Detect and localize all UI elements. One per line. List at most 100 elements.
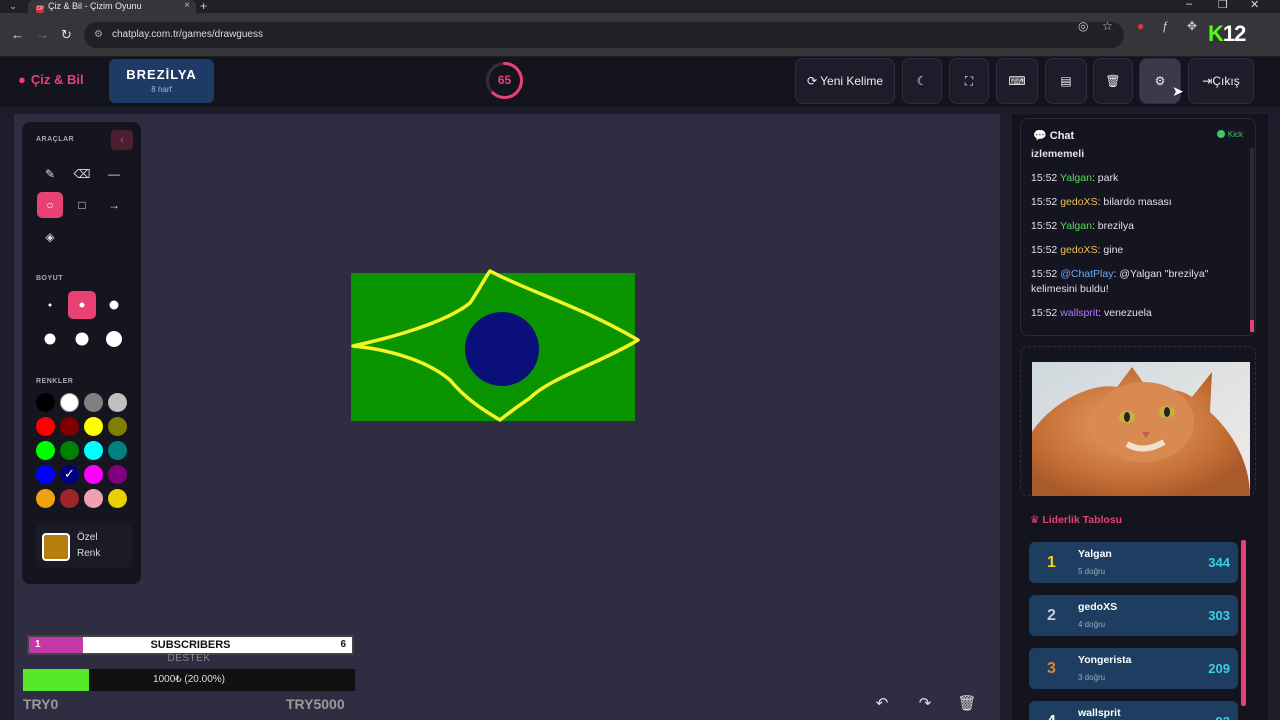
chat-text: gine <box>1103 244 1124 256</box>
collapse-panel-button[interactable]: ‹ <box>111 130 133 150</box>
color-swatch[interactable] <box>84 393 103 412</box>
circle-tool[interactable]: ○ <box>37 192 63 218</box>
line-tool[interactable]: — <box>101 161 127 187</box>
size-option-5[interactable] <box>68 325 96 353</box>
timer: 65 <box>484 60 525 101</box>
tab-search-icon[interactable]: ⌄ <box>4 0 22 12</box>
color-swatch[interactable] <box>84 489 103 508</box>
color-swatch[interactable] <box>36 489 55 508</box>
custom-color-button[interactable]: Özel Renk <box>36 524 132 568</box>
sub-goal-label: SUBSCRIBERS <box>150 639 231 651</box>
chat-username[interactable]: gedoXS <box>1060 196 1097 208</box>
sub-count-goal: 6 <box>340 639 346 650</box>
color-swatch[interactable] <box>84 465 103 484</box>
chat-scrollbar[interactable] <box>1250 148 1254 332</box>
color-swatch[interactable] <box>60 465 79 484</box>
size-option-6[interactable] <box>100 325 128 353</box>
color-swatch[interactable] <box>108 465 127 484</box>
clear-button[interactable]: 🗑 <box>1093 58 1133 104</box>
moon-icon: ☾ <box>916 74 928 88</box>
chat-username[interactable]: wallsprit <box>1060 307 1098 319</box>
eye-off-icon[interactable]: ◎ <box>1078 19 1088 33</box>
bookmark-star-icon[interactable]: ☆ <box>1102 19 1113 33</box>
arrow-tool[interactable]: → <box>101 192 127 218</box>
color-swatch[interactable] <box>36 417 55 436</box>
color-swatch[interactable] <box>84 441 103 460</box>
minimize-icon[interactable]: – <box>1186 0 1192 10</box>
size-option-3[interactable] <box>100 291 128 319</box>
browser-toolbar: ← → ↻ ⚙ chatplay.com.tr/games/drawguess … <box>0 13 1280 57</box>
chat-username[interactable]: @ChatPlay <box>1060 268 1113 280</box>
archive-button[interactable]: ▤ <box>1045 58 1087 104</box>
color-swatch[interactable] <box>60 393 79 412</box>
url-text: chatplay.com.tr/games/drawguess <box>112 29 263 40</box>
color-swatch[interactable] <box>108 489 127 508</box>
leaderboard-rank: 3 <box>1047 660 1056 677</box>
leaderboard-sub: 5 doğru <box>1078 567 1106 576</box>
reload-icon[interactable]: ↻ <box>61 27 72 43</box>
tools-section-title: ARAÇLAR <box>36 136 75 143</box>
chat-username[interactable]: gedoXS <box>1060 244 1097 256</box>
fullscreen-button[interactable]: ⛶ <box>949 58 989 104</box>
color-swatch[interactable] <box>108 417 127 436</box>
redo-button[interactable]: ↷ <box>911 692 939 716</box>
webcam-cat-image <box>1032 362 1250 496</box>
site-info-icon[interactable]: ⚙ <box>94 22 103 48</box>
color-swatch[interactable] <box>36 441 55 460</box>
back-icon[interactable]: ← <box>11 27 24 42</box>
rectangle-tool[interactable]: □ <box>69 192 95 218</box>
exit-button[interactable]: ⇥Çıkış <box>1188 58 1254 104</box>
color-swatch[interactable] <box>60 489 79 508</box>
size-option-2[interactable] <box>68 291 96 319</box>
keyboard-button[interactable]: ⌨ <box>996 58 1038 104</box>
chat-time: 15:52 <box>1031 307 1058 319</box>
chat-status-text: Kick <box>1227 130 1243 139</box>
chevron-left-icon: ‹ <box>120 134 124 146</box>
forward-icon[interactable]: → <box>36 27 49 42</box>
app-header: ● Çiz & Bil BREZİLYA 8 harf 65 ⟳ Yeni Kel… <box>0 57 1280 107</box>
size-option-1[interactable] <box>36 291 64 319</box>
archive-icon: ▤ <box>1060 74 1072 88</box>
address-bar[interactable]: ⚙ chatplay.com.tr/games/drawguess <box>84 22 1124 48</box>
donation-progress-text: 1000₺ (20.00%) <box>153 674 225 685</box>
color-swatch[interactable] <box>60 417 79 436</box>
fill-tool[interactable]: ◈ <box>37 224 63 250</box>
color-swatch[interactable] <box>36 393 55 412</box>
mouse-cursor-icon: ➤ <box>1172 83 1184 99</box>
extension-icon[interactable]: ● <box>1137 19 1144 33</box>
color-swatch[interactable] <box>108 393 127 412</box>
extension-icon[interactable]: ƒ <box>1162 19 1169 33</box>
browser-tab[interactable]: CP Çiz & Bil - Çizim Oyunu × <box>28 0 196 13</box>
chat-username[interactable]: Yalgan <box>1060 220 1092 232</box>
palette-icon: ● <box>18 72 26 87</box>
tab-close-icon[interactable]: × <box>184 0 190 12</box>
extensions-puzzle-icon[interactable]: ✥ <box>1187 19 1197 33</box>
chat-username[interactable]: Yalgan <box>1060 172 1092 184</box>
theme-toggle-button[interactable]: ☾ <box>902 58 942 104</box>
new-word-button[interactable]: ⟳ Yeni Kelime <box>795 58 895 104</box>
custom-label-line1: Özel <box>77 532 98 543</box>
redo-icon: ↷ <box>918 695 932 712</box>
color-swatch[interactable] <box>84 417 103 436</box>
color-swatch[interactable] <box>108 441 127 460</box>
leaderboard-name: gedoXS <box>1078 601 1118 613</box>
size-option-4[interactable] <box>36 325 64 353</box>
eraser-tool[interactable]: ⌫ <box>69 161 95 187</box>
circle-icon: ○ <box>46 198 54 212</box>
color-swatch[interactable] <box>60 441 79 460</box>
line-icon: — <box>108 167 120 181</box>
trash-icon: 🗑 <box>1105 74 1121 88</box>
leaderboard-scrollbar[interactable] <box>1241 540 1246 706</box>
eraser-icon: ⌫ <box>73 167 91 181</box>
color-swatch[interactable] <box>36 465 55 484</box>
donation-max: TRY5000 <box>286 696 345 712</box>
maximize-icon[interactable]: ❐ <box>1218 0 1228 11</box>
new-tab-icon[interactable]: + <box>200 0 207 13</box>
app-logo[interactable]: ● Çiz & Bil <box>18 72 84 87</box>
clear-canvas-button[interactable]: 🗑 <box>953 692 981 716</box>
window-close-icon[interactable]: ✕ <box>1250 0 1259 11</box>
brush-tool[interactable]: ✎ <box>37 161 63 187</box>
kick-logo: K12 <box>1208 21 1246 46</box>
chat-message-partial: izlememeli <box>1031 148 1085 160</box>
undo-button[interactable]: ↶ <box>868 692 896 716</box>
